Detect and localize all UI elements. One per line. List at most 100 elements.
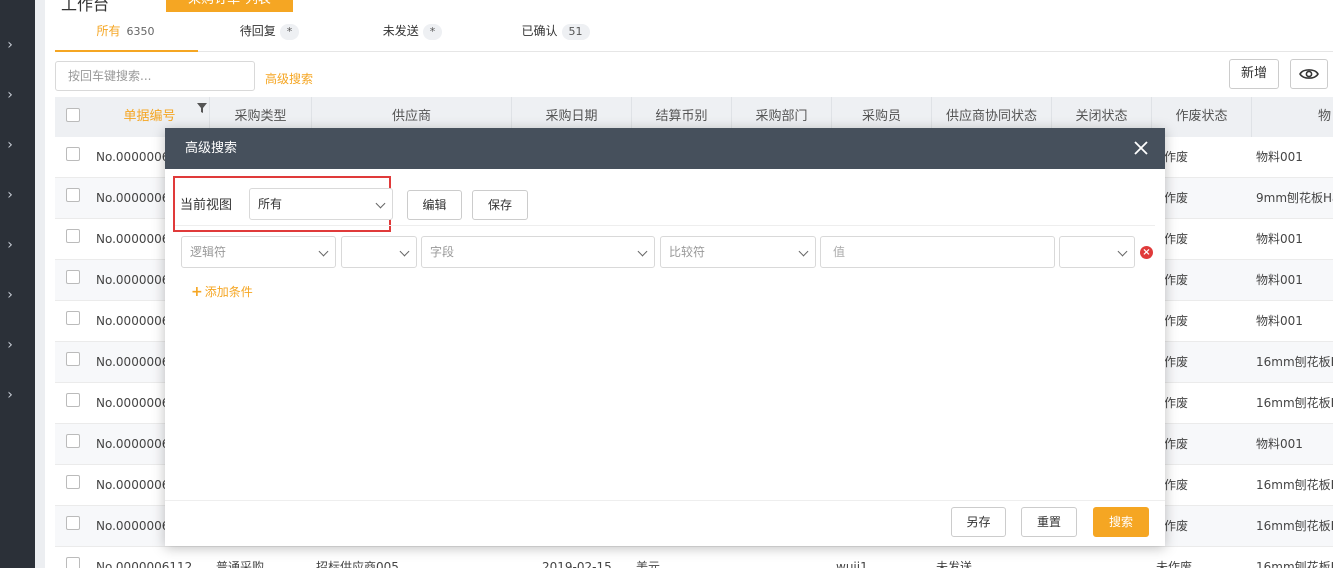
row-checkbox[interactable]	[66, 147, 80, 161]
row-checkbox[interactable]	[66, 434, 80, 448]
row-checkbox[interactable]	[66, 311, 80, 325]
purchase-type: 普通采购	[216, 560, 265, 568]
material: 物料001	[1256, 314, 1303, 328]
tab-count-badge: *	[422, 24, 443, 40]
comparator-select[interactable]: 比较符	[660, 236, 816, 268]
column-header[interactable]: 作废状态	[1152, 97, 1252, 137]
tab-not-sent[interactable]: 未发送 *	[341, 14, 484, 52]
search-button[interactable]: 搜索	[1093, 507, 1149, 537]
material: 物料001	[1256, 437, 1303, 451]
chevron-right-icon[interactable]: ›	[0, 287, 20, 303]
view-select[interactable]: 所有	[249, 188, 393, 220]
tab-count-badge: *	[279, 24, 300, 40]
dialog-divider	[175, 225, 1155, 226]
dialog-header: 高级搜索	[165, 128, 1165, 169]
table-row[interactable]: No.0000006112 普通采购 招标供应商005 2019-02-15 美…	[55, 547, 1333, 568]
close-bracket-select[interactable]	[1059, 236, 1135, 268]
workspace-tab[interactable]: 工作台	[61, 0, 109, 15]
tab-count-badge: 51	[561, 24, 590, 40]
void-status: 未作废	[1156, 560, 1193, 568]
current-view-label: 当前视图	[180, 198, 233, 213]
chevron-right-icon[interactable]: ›	[0, 137, 20, 153]
material: 16mm刨花板H	[1256, 519, 1333, 533]
chevron-down-icon	[318, 246, 329, 257]
select-all-checkbox[interactable]	[66, 108, 80, 122]
material: 9mm刨花板Ha	[1256, 191, 1333, 205]
chevron-right-icon[interactable]: ›	[0, 337, 20, 353]
row-checkbox[interactable]	[66, 229, 80, 243]
dialog-title: 高级搜索	[185, 141, 238, 156]
chevron-right-icon[interactable]: ›	[0, 187, 20, 203]
logic-placeholder: 逻辑符	[190, 245, 227, 259]
chevron-down-icon	[1117, 246, 1128, 257]
dialog-footer-divider	[165, 500, 1165, 501]
row-checkbox[interactable]	[66, 393, 80, 407]
row-checkbox[interactable]	[66, 188, 80, 202]
row-checkbox[interactable]	[66, 516, 80, 530]
chevron-right-icon[interactable]: ›	[0, 37, 20, 53]
remove-condition-icon[interactable]: ×	[1140, 246, 1153, 259]
void-status: 未作废	[1152, 314, 1189, 328]
currency: 美元	[636, 560, 661, 568]
bracket-select[interactable]	[341, 236, 417, 268]
advanced-search-link[interactable]: 高级搜索	[265, 70, 313, 87]
row-checkbox[interactable]	[66, 557, 80, 568]
material: 16mm刨花板H	[1256, 396, 1333, 410]
add-condition-link[interactable]: + 添加条件	[191, 283, 253, 300]
void-status: 未作废	[1152, 355, 1189, 369]
add-new-button[interactable]: 新增	[1229, 59, 1279, 89]
void-status: 未作废	[1152, 519, 1189, 533]
void-status: 未作废	[1152, 150, 1189, 164]
chevron-right-icon[interactable]: ›	[0, 387, 20, 403]
edit-view-button[interactable]: 编辑	[407, 190, 462, 220]
view-select-value: 所有	[258, 197, 283, 211]
tab-pending-reply[interactable]: 待回复 *	[198, 14, 341, 52]
sidebar-gutter	[35, 0, 45, 568]
row-checkbox[interactable]	[66, 352, 80, 366]
tab-label: 未发送	[382, 24, 419, 38]
tab-count-badge: 6350	[126, 25, 155, 38]
value-input[interactable]: 值	[820, 236, 1055, 268]
void-status: 未作废	[1152, 232, 1189, 246]
chevron-down-icon	[375, 198, 386, 209]
tab-confirmed[interactable]: 已确认 51	[484, 14, 627, 52]
close-icon[interactable]	[1131, 138, 1151, 158]
material: 物料001	[1256, 150, 1303, 164]
collab-status: 未发送	[936, 560, 973, 568]
tab-label: 已确认	[521, 24, 558, 38]
column-header[interactable]: 物	[1252, 97, 1333, 137]
void-status: 未作废	[1152, 478, 1189, 492]
material: 物料001	[1256, 232, 1303, 246]
left-sidebar: › › › › › › › ›	[0, 0, 35, 568]
void-status: 未作废	[1152, 191, 1189, 205]
chevron-right-icon[interactable]: ›	[0, 237, 20, 253]
row-checkbox[interactable]	[66, 270, 80, 284]
field-select[interactable]: 字段	[421, 236, 655, 268]
chevron-right-icon[interactable]: ›	[0, 87, 20, 103]
status-tabs: 所有 6350 待回复 * 未发送 * 已确认 51	[55, 14, 1333, 52]
add-condition-label: 添加条件	[204, 285, 253, 299]
chevron-down-icon	[399, 246, 410, 257]
void-status: 未作废	[1152, 273, 1189, 287]
top-bar: 工作台 采购订单-列表	[45, 0, 1333, 15]
comparator-placeholder: 比较符	[669, 245, 706, 259]
tab-all[interactable]: 所有 6350	[55, 14, 198, 52]
void-status: 未作废	[1152, 437, 1189, 451]
purchase-date: 2019-02-15	[542, 560, 612, 568]
logic-operator-select[interactable]: 逻辑符	[181, 236, 336, 268]
reset-button[interactable]: 重置	[1021, 507, 1077, 537]
tab-label: 所有	[96, 24, 121, 38]
column-visibility-button[interactable]	[1290, 59, 1328, 89]
plus-icon: +	[191, 284, 203, 300]
filter-icon[interactable]	[196, 102, 208, 114]
material: 16mm刨花板H	[1256, 560, 1333, 568]
void-status: 未作废	[1152, 396, 1189, 410]
buyer: wujj1	[836, 560, 868, 568]
save-view-button[interactable]: 保存	[472, 190, 528, 220]
page-tab-active[interactable]: 采购订单-列表	[166, 0, 293, 12]
row-checkbox[interactable]	[66, 475, 80, 489]
tab-label: 待回复	[239, 24, 276, 38]
save-as-button[interactable]: 另存	[951, 507, 1006, 537]
search-input[interactable]: 按回车键搜索...	[55, 61, 255, 91]
order-number[interactable]: No.0000006112	[96, 547, 206, 568]
